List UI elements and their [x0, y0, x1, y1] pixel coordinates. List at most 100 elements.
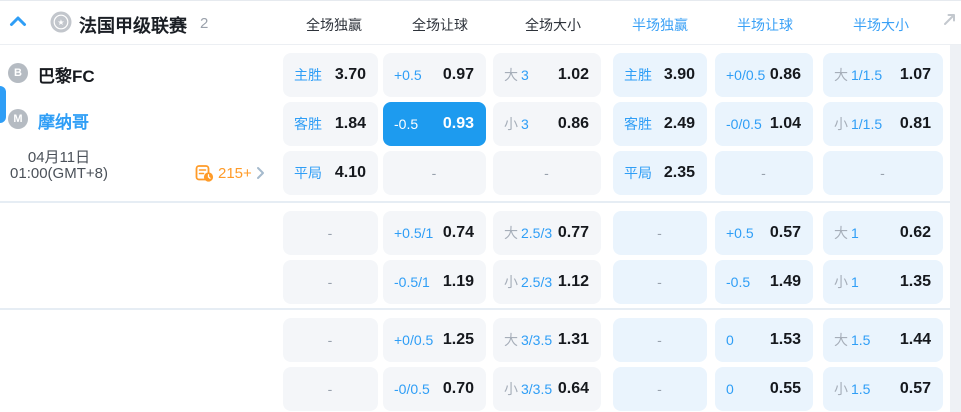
odds-cell[interactable]: +0/0.5 1.25: [383, 318, 486, 362]
home-team-name[interactable]: 巴黎FC: [38, 62, 95, 87]
odds-cell[interactable]: +0/0.5 0.86: [715, 53, 813, 97]
over-under-prefix: 大: [834, 332, 848, 348]
handicap-line: +0.5: [726, 225, 754, 241]
markets-icon: [195, 164, 214, 183]
more-markets-button[interactable]: 215+: [195, 162, 265, 184]
odds-cell-empty: -: [613, 211, 707, 255]
empty-odds-dash: -: [880, 165, 885, 181]
handicap-line: 0: [726, 381, 734, 397]
empty-odds-dash: -: [327, 332, 333, 348]
over-under-prefix: 小: [504, 116, 518, 132]
league-header: ★ 法国甲级联赛 2 全场独赢 全场让球 全场大小 半场独赢 半场让球 半场大小: [0, 1, 961, 45]
empty-odds-dash: -: [327, 225, 333, 241]
over-under-line: 1: [851, 274, 859, 290]
over-under-line: 1.5: [851, 332, 871, 348]
odds-cell[interactable]: 小 1 1.35: [823, 260, 943, 304]
over-under-line: 3/3.5: [521, 332, 553, 348]
odds-cell[interactable]: 小 1.5 0.57: [823, 367, 943, 411]
odds-cell[interactable]: +0.5 0.57: [715, 211, 813, 255]
odds-value: 3.70: [334, 66, 366, 83]
odds-cell[interactable]: 小 3/3.5 0.64: [493, 367, 601, 411]
odds-cell[interactable]: 小 3 0.86: [493, 102, 601, 146]
odds-value: 1.04: [769, 115, 801, 132]
odds-cell[interactable]: -0.5/1 1.19: [383, 260, 486, 304]
odds-value: 0.97: [442, 66, 474, 83]
odds-value: 0.77: [557, 224, 589, 241]
odds-value: 4.10: [334, 164, 366, 181]
empty-odds-dash: -: [657, 332, 662, 348]
odds-cell[interactable]: +0.5 0.97: [383, 53, 486, 97]
column-header-4: 半场独赢: [632, 17, 688, 33]
empty-odds-dash: -: [657, 381, 662, 397]
column-header-2: 全场让球: [412, 17, 468, 33]
odds-cell[interactable]: 主胜 3.70: [283, 53, 378, 97]
odds-cell-empty: -: [493, 151, 601, 195]
odds-value: 0.70: [442, 380, 474, 397]
outcome-label: 客胜: [294, 116, 322, 132]
odds-cell[interactable]: 主胜 3.90: [613, 53, 707, 97]
odds-value: 1.25: [442, 331, 474, 348]
odds-cell-empty: -: [715, 151, 813, 195]
over-under-line: 2.5/3: [521, 274, 553, 290]
odds-cell[interactable]: -0/0.5 0.70: [383, 367, 486, 411]
odds-cell[interactable]: +0.5/1 0.74: [383, 211, 486, 255]
odds-value: 1.19: [442, 273, 474, 290]
odds-cell[interactable]: 大 3/3.5 1.31: [493, 318, 601, 362]
odds-value: 0.57: [769, 224, 801, 241]
odds-value: 2.35: [663, 164, 695, 181]
collapse-chevron-icon[interactable]: [9, 14, 27, 28]
handicap-line: -0/0.5: [394, 381, 430, 397]
odds-cell[interactable]: 平局 2.35: [613, 151, 707, 195]
odds-cell[interactable]: 大 3 1.02: [493, 53, 601, 97]
column-header-3: 全场大小: [525, 17, 581, 33]
odds-value: 2.49: [663, 115, 695, 132]
odds-cell-empty: -: [283, 211, 378, 255]
over-under-prefix: 大: [834, 225, 848, 241]
odds-cell[interactable]: -0/0.5 1.04: [715, 102, 813, 146]
over-under-prefix: 小: [834, 116, 848, 132]
odds-cell[interactable]: 大 1 0.62: [823, 211, 943, 255]
outcome-label: 平局: [624, 165, 652, 181]
league-logo-icon: ★: [50, 11, 72, 33]
over-under-prefix: 小: [834, 381, 848, 397]
odds-cell-empty: -: [613, 318, 707, 362]
over-under-prefix: 大: [504, 225, 518, 241]
over-under-line: 1: [851, 225, 859, 241]
odds-value: 0.86: [557, 115, 589, 132]
odds-cell[interactable]: 小 2.5/3 1.12: [493, 260, 601, 304]
odds-value: 1.35: [899, 273, 931, 290]
odds-cell[interactable]: 大 2.5/3 0.77: [493, 211, 601, 255]
odds-cell[interactable]: 客胜 1.84: [283, 102, 378, 146]
odds-cell[interactable]: 大 1/1.5 1.07: [823, 53, 943, 97]
odds-cell[interactable]: -0.5 0.93: [383, 102, 486, 146]
odds-value: 0.81: [899, 115, 931, 132]
odds-cell[interactable]: 小 1/1.5 0.81: [823, 102, 943, 146]
expand-arrow-icon[interactable]: [942, 11, 958, 27]
over-under-prefix: 大: [504, 332, 518, 348]
handicap-line: +0.5: [394, 67, 422, 83]
selected-match-indicator: [0, 86, 6, 123]
odds-cell[interactable]: 0 0.55: [715, 367, 813, 411]
odds-cell[interactable]: -0.5 1.49: [715, 260, 813, 304]
outcome-label: 主胜: [624, 67, 652, 83]
odds-cell-empty: -: [823, 151, 943, 195]
over-under-line: 3/3.5: [521, 381, 553, 397]
odds-cell[interactable]: 大 1.5 1.44: [823, 318, 943, 362]
odds-cell[interactable]: 0 1.53: [715, 318, 813, 362]
empty-odds-dash: -: [327, 381, 333, 397]
league-match-count: 2: [200, 15, 209, 32]
handicap-line: -0.5: [726, 274, 751, 290]
over-under-line: 1.5: [851, 381, 871, 397]
empty-odds-dash: -: [544, 165, 549, 181]
odds-cell-empty: -: [283, 318, 378, 362]
handicap-line: -0.5/1: [394, 274, 430, 290]
over-under-prefix: 大: [834, 67, 848, 83]
odds-cell[interactable]: 客胜 2.49: [613, 102, 707, 146]
match-time: 01:00(GMT+8): [10, 165, 108, 182]
odds-value: 0.55: [769, 380, 801, 397]
odds-value: 1.12: [557, 273, 589, 290]
away-team-badge: M: [8, 109, 28, 129]
away-team-name[interactable]: 摩纳哥: [38, 108, 89, 133]
odds-cell-empty: -: [383, 151, 486, 195]
odds-cell[interactable]: 平局 4.10: [283, 151, 378, 195]
